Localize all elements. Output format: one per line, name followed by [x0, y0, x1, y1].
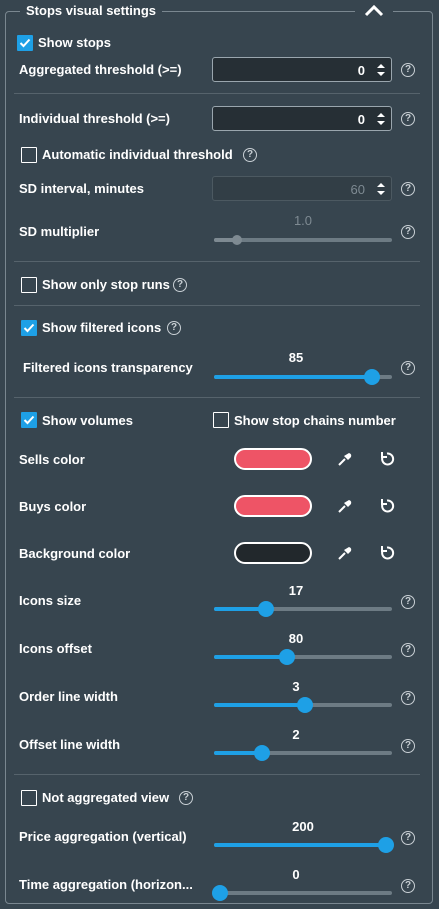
spinner-icon[interactable] — [377, 181, 385, 197]
help-icon[interactable]: ? — [167, 321, 181, 335]
help-icon[interactable]: ? — [401, 112, 415, 126]
price-aggregation-value: 200 — [292, 819, 314, 834]
show-volumes-checkbox[interactable] — [21, 412, 37, 428]
slider-fill — [214, 843, 386, 847]
time-aggregation-label: Time aggregation (horizon... — [19, 877, 193, 892]
icons-size-slider[interactable] — [214, 601, 392, 617]
icons-offset-slider[interactable] — [214, 649, 392, 665]
show-stops-label: Show stops — [38, 35, 111, 50]
show-stop-chains-checkbox[interactable] — [213, 412, 229, 428]
divider — [14, 93, 420, 94]
sd-interval-value: 60 — [350, 182, 365, 197]
aggregated-threshold-value: 0 — [357, 63, 365, 78]
buys-color-label: Buys color — [19, 499, 87, 514]
eyedropper-icon[interactable] — [336, 497, 354, 515]
help-icon[interactable]: ? — [401, 361, 415, 375]
help-icon[interactable]: ? — [179, 791, 193, 805]
sells-color-label: Sells color — [19, 452, 85, 467]
icons-offset-label: Icons offset — [19, 641, 92, 656]
help-icon[interactable]: ? — [401, 691, 415, 705]
slider-fill — [214, 375, 373, 379]
individual-threshold-label: Individual threshold (>=) — [19, 111, 170, 126]
auto-individual-threshold-checkbox[interactable] — [21, 147, 37, 163]
background-color-label: Background color — [19, 546, 131, 561]
eyedropper-icon[interactable] — [336, 450, 354, 468]
not-aggregated-view-checkbox[interactable] — [21, 790, 37, 806]
reset-icon[interactable] — [378, 544, 396, 562]
check-icon — [19, 38, 31, 48]
sd-interval-input[interactable]: 60 — [212, 176, 392, 201]
help-icon[interactable]: ? — [243, 148, 257, 162]
help-icon[interactable]: ? — [173, 278, 187, 292]
slider-fill — [214, 703, 305, 707]
order-line-width-label: Order line width — [19, 689, 118, 704]
show-filtered-icons-label: Show filtered icons — [42, 320, 162, 335]
individual-threshold-value: 0 — [357, 112, 365, 127]
help-icon[interactable]: ? — [401, 879, 415, 893]
aggregated-threshold-label: Aggregated threshold (>=) — [19, 62, 182, 77]
show-only-stop-runs-label: Show only stop runs — [42, 277, 170, 292]
slider-handle[interactable] — [257, 601, 274, 617]
show-filtered-icons-checkbox[interactable] — [21, 320, 37, 336]
help-icon[interactable]: ? — [401, 225, 415, 239]
help-icon[interactable]: ? — [401, 595, 415, 609]
slider-handle[interactable] — [378, 837, 394, 853]
show-stops-checkbox[interactable] — [17, 35, 33, 51]
sd-interval-label: SD interval, minutes — [19, 181, 144, 196]
time-aggregation-slider[interactable] — [212, 885, 392, 901]
show-volumes-label: Show volumes — [42, 413, 134, 428]
price-aggregation-slider[interactable] — [214, 837, 394, 853]
icons-size-value: 17 — [288, 583, 304, 598]
check-icon — [23, 323, 35, 333]
collapse-button[interactable] — [355, 0, 393, 22]
filtered-icons-transparency-label: Filtered icons transparency — [23, 360, 193, 375]
help-icon[interactable]: ? — [401, 63, 415, 77]
background-color-swatch[interactable] — [234, 542, 312, 564]
spinner-icon[interactable] — [377, 111, 385, 127]
offset-line-width-label: Offset line width — [19, 737, 121, 752]
sd-multiplier-value: 1.0 — [293, 213, 313, 228]
show-only-stop-runs-checkbox[interactable] — [21, 277, 37, 293]
help-icon[interactable]: ? — [401, 739, 415, 753]
divider — [14, 774, 420, 775]
check-icon — [23, 415, 35, 425]
chevron-up-icon — [364, 5, 384, 17]
divider — [14, 261, 420, 262]
auto-individual-threshold-label: Automatic individual threshold — [42, 147, 233, 162]
order-line-width-slider[interactable] — [214, 697, 392, 713]
divider — [14, 305, 420, 306]
aggregated-threshold-input[interactable]: 0 — [212, 57, 392, 82]
filtered-icons-transparency-slider[interactable] — [214, 369, 392, 385]
order-line-width-value: 3 — [292, 679, 300, 694]
slider-handle[interactable] — [296, 697, 313, 713]
help-icon[interactable]: ? — [401, 643, 415, 657]
spinner-icon[interactable] — [377, 62, 385, 78]
buys-color-swatch[interactable] — [234, 495, 312, 517]
divider — [14, 397, 420, 398]
icons-offset-value: 80 — [288, 631, 304, 646]
time-aggregation-value: 0 — [292, 867, 300, 882]
reset-icon[interactable] — [378, 497, 396, 515]
help-icon[interactable]: ? — [401, 831, 415, 845]
help-icon[interactable]: ? — [401, 182, 415, 196]
not-aggregated-view-label: Not aggregated view — [42, 790, 170, 805]
sd-multiplier-label: SD multiplier — [19, 224, 100, 239]
panel-title: Stops visual settings — [20, 3, 163, 18]
slider-fill — [214, 655, 287, 659]
icons-size-label: Icons size — [19, 593, 82, 608]
eyedropper-icon[interactable] — [336, 544, 354, 562]
reset-icon[interactable] — [378, 450, 396, 468]
individual-threshold-input[interactable]: 0 — [212, 106, 392, 131]
price-aggregation-label: Price aggregation (vertical) — [19, 829, 187, 844]
filtered-icons-transparency-value: 85 — [288, 350, 304, 365]
slider-handle[interactable] — [254, 745, 271, 761]
show-stop-chains-label: Show stop chains number — [234, 413, 396, 428]
sd-multiplier-slider[interactable] — [214, 235, 392, 245]
sells-color-swatch[interactable] — [234, 448, 312, 470]
offset-line-width-slider[interactable] — [214, 745, 392, 761]
slider-handle[interactable] — [212, 885, 228, 901]
slider-handle[interactable] — [278, 649, 295, 665]
offset-line-width-value: 2 — [292, 727, 300, 742]
